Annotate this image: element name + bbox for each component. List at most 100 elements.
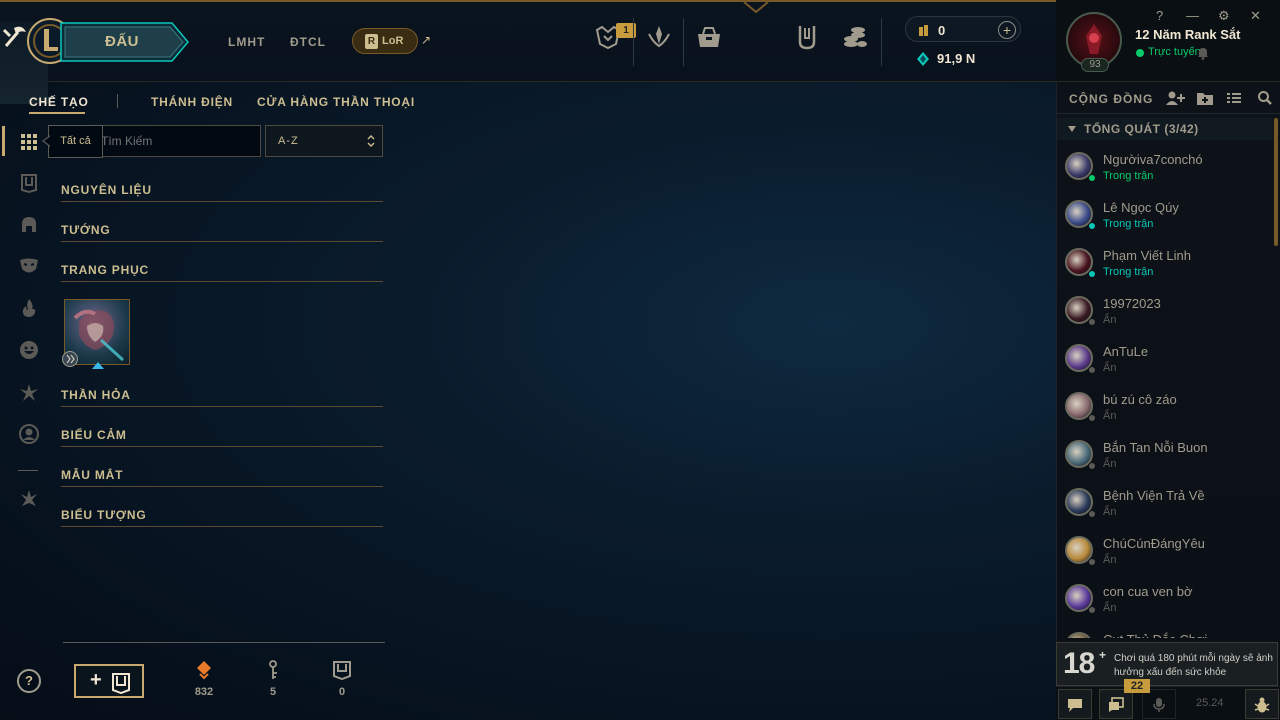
lor-label: LoR <box>382 35 404 47</box>
play-button[interactable]: ĐẤU <box>60 22 192 62</box>
friend-status-dot <box>1088 462 1096 470</box>
sort-value: A-Z <box>278 135 299 147</box>
add-rp-button[interactable]: + <box>998 21 1016 39</box>
friend-name: Cụt Thủ Đắc Chơi <box>1103 632 1207 638</box>
client-version: 25.24 <box>1196 697 1224 709</box>
friend-status: Ẩn <box>1103 554 1117 566</box>
top-gold-line <box>0 0 1056 2</box>
category-emotes[interactable]: BIỂU CẢM <box>61 427 383 447</box>
conversation-icon <box>1109 697 1124 712</box>
chest-counter: 0 <box>322 660 362 698</box>
friend-row[interactable]: bú zú cô záo Ẩn <box>1057 384 1273 432</box>
lor-glyph-icon: R <box>365 34 378 49</box>
category-label: TƯỚNG <box>61 223 111 237</box>
sort-dropdown[interactable]: A-Z <box>265 125 383 157</box>
chest-icon <box>112 673 130 694</box>
friend-row[interactable]: Phạm Viết Linh Trong trận <box>1057 240 1273 288</box>
sort-arrows-icon <box>367 135 375 147</box>
collection-icon[interactable] <box>689 22 729 62</box>
orange-essence-icon <box>197 661 211 680</box>
help-button[interactable]: ? <box>17 669 41 693</box>
mask-icon[interactable] <box>18 255 40 277</box>
friend-avatar <box>1065 632 1093 638</box>
profile-status: Trực tuyến <box>1148 46 1201 58</box>
friend-name: Phạm Viết Linh <box>1103 248 1191 263</box>
friend-name: con cua ven bờ <box>1103 584 1193 599</box>
friend-row[interactable]: ChúCúnĐángYêu Ẩn <box>1057 528 1273 576</box>
store-icon[interactable] <box>835 22 875 62</box>
friend-row[interactable]: Cụt Thủ Đắc ChơiẨn <box>1057 624 1273 638</box>
friend-status: Trong trận <box>1103 266 1154 278</box>
category-eternals[interactable]: THẦN HỎA <box>61 387 383 407</box>
chest-icon <box>333 661 351 680</box>
friend-row[interactable]: Bắn Tan Nỗi Buon Ẩn <box>1057 432 1273 480</box>
friend-row[interactable]: 19972023 Ẩn <box>1057 288 1273 336</box>
filter-tooltip: Tất cả <box>48 125 103 158</box>
rp-icon <box>919 25 928 36</box>
nav-dtcl-link[interactable]: ĐTCL <box>290 35 326 49</box>
close-window-button[interactable]: ✕ <box>1250 8 1261 24</box>
chat-button[interactable] <box>1058 689 1092 719</box>
friend-name: Ngườiva7conchó <box>1103 152 1203 167</box>
category-label: MẪU MẮT <box>61 468 124 482</box>
chat-list-button[interactable] <box>1099 689 1133 719</box>
social-title: CỘNG ĐỒNG <box>1069 92 1154 106</box>
friend-status: Ẩn <box>1103 506 1117 518</box>
nav-lmht-link[interactable]: LMHT <box>228 35 265 49</box>
friend-name: AnTuLe <box>1103 344 1149 359</box>
rp-pill[interactable]: 0 + <box>905 16 1021 42</box>
profile-name: 12 Năm Rank Sắt <box>1135 27 1241 42</box>
chest-icon[interactable] <box>18 172 40 194</box>
search-input[interactable] <box>96 125 261 157</box>
buy-chest-button[interactable]: + <box>74 664 144 698</box>
category-ward-skins[interactable]: MẪU MẮT <box>61 467 383 487</box>
external-link-icon[interactable]: ↗ <box>421 33 431 47</box>
key-icon <box>269 660 277 679</box>
top-separator <box>881 18 882 66</box>
voice-button[interactable] <box>1142 689 1176 719</box>
friend-status: Ẩn <box>1103 410 1117 422</box>
list-view-icon[interactable] <box>1226 90 1242 106</box>
rank-icon[interactable] <box>639 22 679 62</box>
friend-row[interactable]: Lê Ngọc Qúy Trong trận <box>1057 192 1273 240</box>
caret-down-icon[interactable] <box>1067 125 1077 133</box>
grid-icon[interactable] <box>18 131 40 153</box>
emote-icon[interactable] <box>18 339 40 361</box>
friend-status-dot <box>1088 606 1096 614</box>
category-materials[interactable]: NGUYÊN LIỆU <box>61 182 383 202</box>
add-friend-icon[interactable] <box>1165 90 1185 106</box>
friend-row[interactable]: Bệnh Viện Trả Về Ẩn <box>1057 480 1273 528</box>
friend-row[interactable]: AnTuLe Ẩn <box>1057 336 1273 384</box>
profile-icon[interactable] <box>18 423 40 445</box>
category-champions[interactable]: TƯỚNG <box>61 222 383 242</box>
search-icon[interactable] <box>1257 90 1273 106</box>
friend-status-dot <box>1088 222 1096 230</box>
online-status-dot <box>1136 49 1144 57</box>
notification-bell-icon[interactable] <box>1196 46 1210 60</box>
flame-icon[interactable] <box>18 297 40 319</box>
friend-row[interactable]: con cua ven bờ Ẩn <box>1057 576 1273 624</box>
helmet-icon[interactable] <box>18 214 40 236</box>
eternals-icon[interactable] <box>18 488 40 510</box>
add-folder-icon[interactable] <box>1196 90 1214 106</box>
minimize-button[interactable]: — <box>1186 8 1199 23</box>
profile-panel[interactable]: 93 12 Năm Rank Sắt Trực tuyến ? — ⚙ ✕ <box>1056 0 1280 82</box>
tft-icon[interactable] <box>787 22 827 62</box>
friend-status: Trong trận <box>1103 170 1154 182</box>
bug-report-button[interactable] <box>1245 689 1279 719</box>
filter-rail-divider <box>18 470 38 471</box>
category-skins[interactable]: TRANG PHỤC <box>61 262 383 282</box>
help-window-button[interactable]: ? <box>1156 8 1163 23</box>
friend-row[interactable]: Ngườiva7conchó Trong trận <box>1057 144 1273 192</box>
tab-craft[interactable]: CHẾ TẠO <box>29 95 89 109</box>
age-rating-notice: 18 + Chơi quá 180 phút mỗi ngày sẽ ảnh h… <box>1056 642 1278 686</box>
settings-gear-icon[interactable]: ⚙ <box>1218 8 1230 24</box>
chat-count-badge: 22 <box>1124 679 1150 693</box>
tab-mythic-shop[interactable]: CỬA HÀNG THẦN THOẠI <box>257 95 415 109</box>
tab-sanctum[interactable]: THÁNH ĐIỆN <box>151 95 233 109</box>
lor-button[interactable]: R LoR <box>352 28 418 54</box>
ward-icon[interactable] <box>18 381 40 403</box>
friend-group-label: TỔNG QUÁT (3/42) <box>1084 122 1199 136</box>
category-icons[interactable]: BIỂU TƯỢNG <box>61 507 383 527</box>
friend-list-scrollbar[interactable] <box>1274 118 1278 246</box>
